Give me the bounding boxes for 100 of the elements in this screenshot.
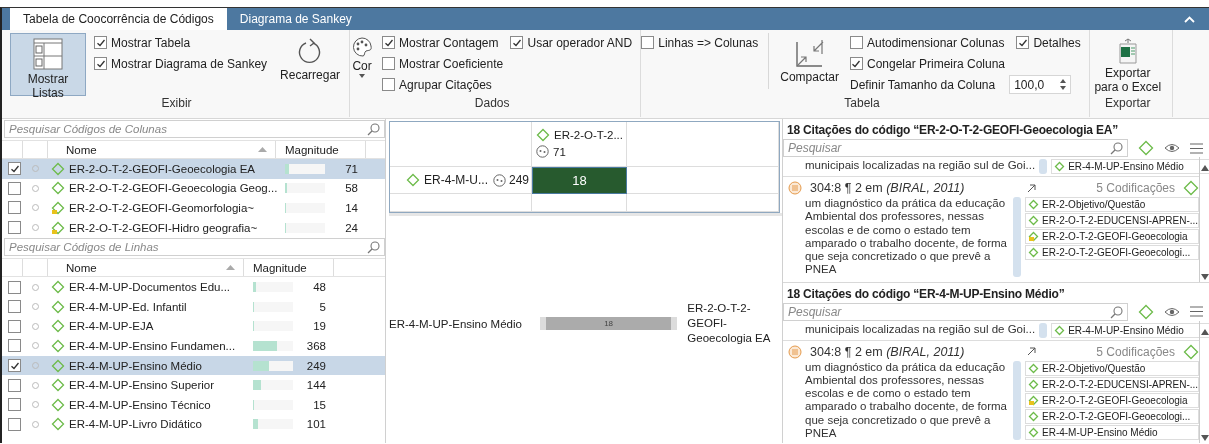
note-icon bbox=[788, 181, 802, 195]
eye-icon[interactable] bbox=[1164, 305, 1180, 318]
checkbox[interactable] bbox=[8, 300, 21, 314]
checkbox[interactable] bbox=[8, 339, 21, 353]
code-chip[interactable]: ER-2-Objetivo/Questão bbox=[1025, 197, 1199, 212]
open-arrow-icon[interactable] bbox=[1027, 347, 1037, 356]
code-icon bbox=[1138, 303, 1154, 320]
checkbox[interactable] bbox=[382, 78, 396, 91]
checkbox[interactable] bbox=[8, 359, 21, 373]
open-arrow-icon[interactable] bbox=[1027, 183, 1037, 193]
code-row[interactable]: ER-4-M-UP-Ensino Técnico 15 bbox=[2, 394, 385, 415]
count-value: 249 bbox=[508, 173, 529, 187]
color-dropdown[interactable]: Cor bbox=[350, 33, 375, 79]
matrix-cell[interactable]: 18 bbox=[532, 167, 627, 194]
checkbox-label[interactable]: Mostrar Contagem bbox=[399, 35, 499, 50]
checkbox-label[interactable]: Mostrar Diagrama de Sankey bbox=[111, 56, 268, 71]
tab[interactable]: Tabela de Coocorrência de Códigos bbox=[10, 8, 227, 30]
column-header[interactable]: Nome bbox=[66, 143, 97, 156]
checkbox[interactable] bbox=[8, 201, 21, 215]
scrollbar[interactable] bbox=[1199, 320, 1209, 443]
eye-icon[interactable] bbox=[1164, 142, 1180, 154]
checkbox-label[interactable]: Detalhes bbox=[1033, 35, 1081, 50]
ribbon-button[interactable]: Mostrar Listas bbox=[10, 33, 86, 96]
code-row[interactable]: ER-4-M-UP-Livro Didático 101 bbox=[2, 414, 385, 435]
code-row[interactable]: ER-2-O-T-2-GEOFI-Geoecologia Geog... 58 bbox=[2, 178, 385, 199]
search-field[interactable]: Pesquisar bbox=[783, 139, 1128, 157]
checkbox[interactable] bbox=[510, 36, 524, 49]
magnitude-value: 15 bbox=[312, 398, 327, 411]
citation-reference[interactable]: 304:8 ¶ 2 em (BIRAL, 2011) bbox=[810, 181, 965, 195]
code-chip[interactable]: ER-2-Objetivo/Questão bbox=[1025, 360, 1199, 376]
checkbox[interactable] bbox=[94, 36, 107, 49]
empty-cell[interactable] bbox=[627, 122, 779, 167]
scroll-up-icon[interactable] bbox=[1201, 328, 1209, 335]
checkbox[interactable] bbox=[849, 36, 863, 49]
checkbox[interactable] bbox=[8, 181, 21, 195]
checkbox-label[interactable]: Agrupar Citações bbox=[399, 77, 492, 92]
code-row[interactable]: ER-2-O-T-2-GEOFI-Geoecologia EA 71 bbox=[2, 159, 385, 179]
code-row[interactable]: ER-4-M-UP-Ensino Médio 249 bbox=[2, 355, 385, 376]
checkbox[interactable] bbox=[8, 221, 21, 235]
empty-cell[interactable] bbox=[390, 194, 532, 212]
scroll-up-icon[interactable] bbox=[1201, 165, 1209, 171]
checkbox[interactable] bbox=[641, 36, 655, 49]
checkbox[interactable] bbox=[382, 57, 396, 70]
code-row[interactable]: ER-4-M-UP-Ed. Infantil 5 bbox=[2, 296, 385, 317]
checkbox-label[interactable]: Autodimensionar Colunas bbox=[866, 35, 1005, 50]
code-icon bbox=[406, 173, 420, 187]
scroll-down-icon[interactable] bbox=[1201, 435, 1209, 441]
empty-cell[interactable] bbox=[627, 194, 779, 212]
row-header-cell[interactable]: ER-4-M-U... 249 bbox=[390, 167, 532, 194]
citation-text: um diagnóstico da prática da educação Ambiental dos professores, nessas escolas e de como o estado tem amparado o trabalho docente, de forma que seja concretizado o que prevê a PNEA bbox=[804, 360, 1009, 441]
checkbox[interactable] bbox=[8, 398, 21, 412]
checkbox-label[interactable]: Linhas => Colunas bbox=[658, 35, 759, 50]
checkbox[interactable] bbox=[8, 162, 21, 176]
checkbox[interactable] bbox=[8, 417, 21, 431]
search-field[interactable]: Pesquisar Códigos de Linhas bbox=[4, 238, 385, 257]
column-header[interactable]: Nome bbox=[66, 261, 97, 274]
column-header[interactable]: Magnitude bbox=[253, 261, 307, 274]
code-chip[interactable]: ER-2-O-T-2-GEOFI-Geoecologi... bbox=[1025, 245, 1199, 260]
collapse-icon[interactable] bbox=[1184, 15, 1195, 23]
empty-cell[interactable] bbox=[532, 194, 627, 212]
code-row[interactable]: ER-2-O-T-2-GEOFI-Hidro geografia~ 24 bbox=[2, 217, 385, 238]
checkbox[interactable] bbox=[849, 57, 863, 70]
code-row[interactable]: ER-4-M-UP-Ensino Superior 144 bbox=[2, 375, 385, 395]
checkbox[interactable] bbox=[8, 319, 21, 333]
checkbox-label[interactable]: Usar operador AND bbox=[527, 35, 633, 50]
citation-reference[interactable]: 304:8 ¶ 2 em (BIRAL, 2011) bbox=[810, 344, 965, 359]
column-header[interactable]: Magnitude bbox=[285, 143, 339, 156]
code-chip[interactable]: ER-2-O-T-2-EDUCENSI-APREN-... bbox=[1025, 213, 1199, 228]
ribbon-button[interactable]: Exportar para o Excel bbox=[1089, 33, 1166, 97]
checkbox-label[interactable]: Mostrar Coeficiente bbox=[399, 56, 504, 71]
empty-cell[interactable] bbox=[390, 122, 532, 167]
code-row[interactable]: ER-4-M-UP-Documentos Edu... 48 bbox=[2, 277, 385, 297]
tab[interactable]: Diagrama de Sankey bbox=[226, 8, 365, 30]
citation-text: municipais localizadas na região sul de Goi... bbox=[804, 159, 1036, 173]
number-field[interactable]: 100,0 bbox=[1009, 75, 1072, 94]
checkbox[interactable] bbox=[8, 280, 21, 294]
checkbox-label[interactable]: Congelar Primeira Coluna bbox=[866, 56, 1006, 71]
code-chip[interactable]: ER-2-O-T-2-GEOFI-Geoecologia bbox=[1025, 229, 1199, 244]
checkbox[interactable] bbox=[1016, 36, 1030, 49]
menu-icon[interactable] bbox=[1190, 142, 1203, 154]
code-row[interactable]: ER-2-O-T-2-GEOFI-Geomorfologia~ 14 bbox=[2, 198, 385, 218]
code-chip[interactable]: ER-2-O-T-2-GEOFI-Geoecologia bbox=[1025, 392, 1199, 408]
scrollbar[interactable] bbox=[1199, 157, 1209, 282]
code-row[interactable]: ER-4-M-UP-Ensino Fundamen... 368 bbox=[2, 336, 385, 356]
code-row[interactable]: ER-4-M-UP-EJA 19 bbox=[2, 316, 385, 337]
checkbox[interactable] bbox=[8, 378, 21, 392]
menu-icon[interactable] bbox=[1190, 306, 1203, 317]
checkbox[interactable] bbox=[382, 36, 396, 49]
checkbox[interactable] bbox=[94, 57, 107, 70]
code-chip[interactable]: ER-2-O-T-2-EDUCENSI-APREN-... bbox=[1025, 376, 1199, 392]
ribbon-button[interactable]: Compactar bbox=[777, 33, 842, 87]
scroll-down-icon[interactable] bbox=[1201, 273, 1209, 280]
code-chip[interactable]: ER-2-O-T-2-GEOFI-Geoecologi... bbox=[1025, 408, 1199, 424]
code-chip[interactable]: ER-4-M-UP-Ensino Médio bbox=[1051, 159, 1209, 174]
code-chip[interactable]: ER-4-M-UP-Ensino Médio bbox=[1051, 322, 1209, 338]
search-field[interactable]: Pesquisar bbox=[783, 302, 1128, 321]
search-field[interactable]: Pesquisar Códigos de Colunas bbox=[4, 120, 385, 138]
checkbox-label[interactable]: Mostrar Tabela bbox=[111, 35, 191, 50]
ribbon-button[interactable]: Recarregar bbox=[277, 33, 344, 85]
code-chip[interactable]: ER-4-M-UP-Ensino Médio bbox=[1025, 424, 1199, 440]
